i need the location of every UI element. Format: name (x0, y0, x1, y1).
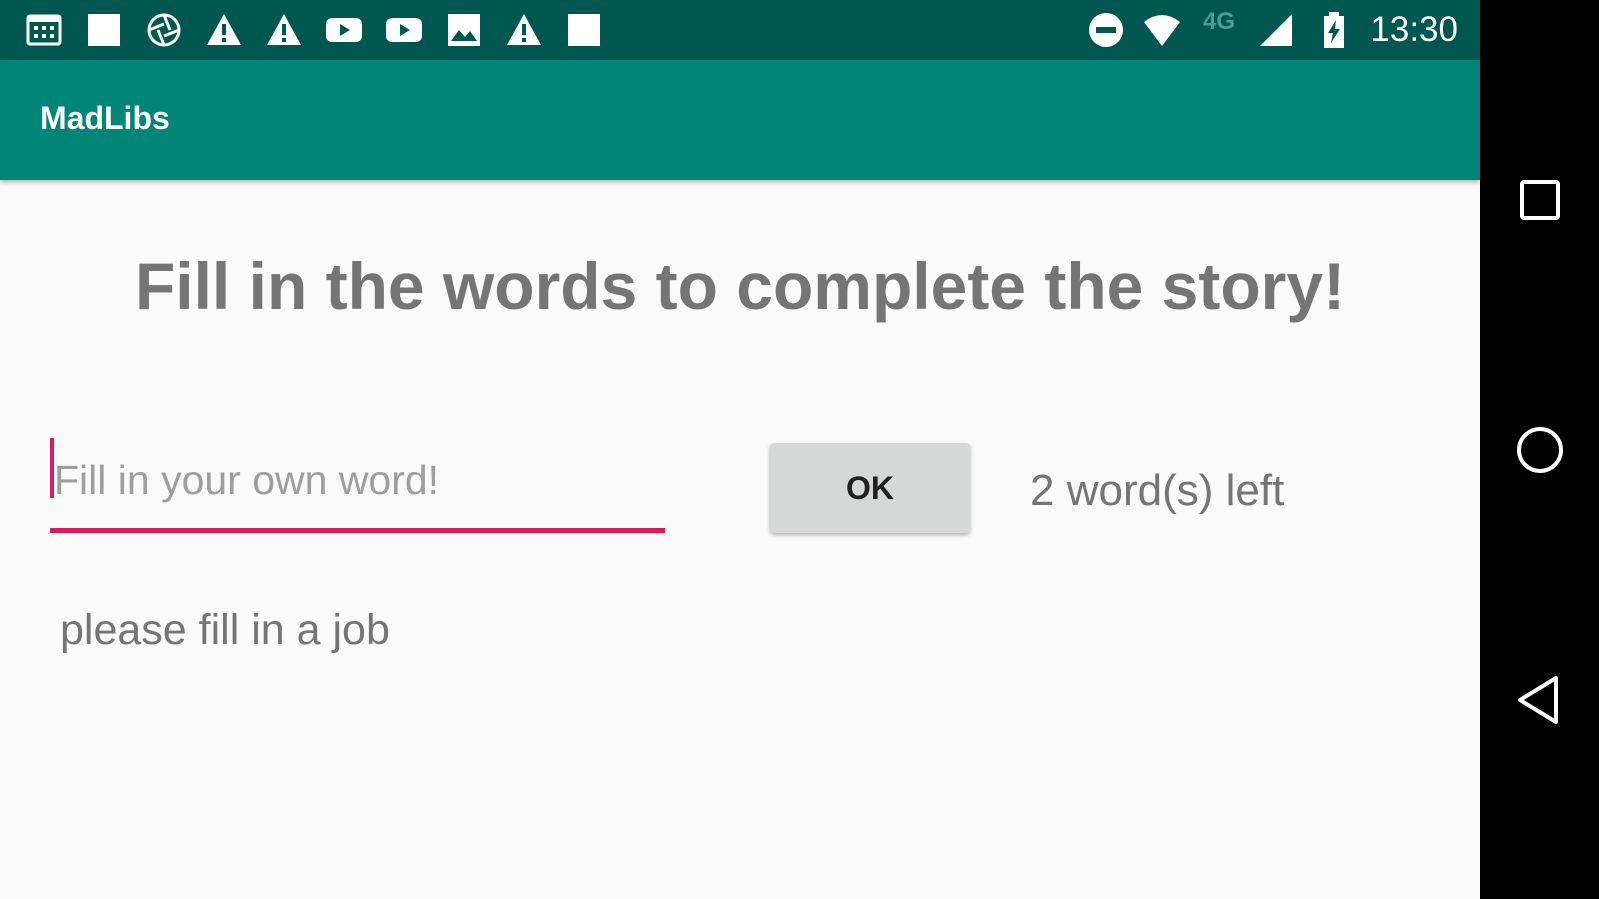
do-not-disturb-icon (1088, 12, 1124, 48)
status-bar: 4G 13:30 (0, 0, 1480, 60)
warning-icon (206, 12, 242, 48)
network-type-label: 4G (1203, 8, 1236, 35)
words-left-counter: 2 word(s) left (1030, 466, 1285, 515)
home-icon[interactable] (1508, 418, 1572, 482)
back-icon[interactable] (1508, 668, 1572, 732)
app-toolbar: MadLibs (0, 60, 1480, 180)
battery-charging-icon (1316, 12, 1352, 48)
recents-icon[interactable] (1508, 168, 1572, 232)
square-icon (566, 12, 602, 48)
word-type-prompt: please fill in a job (60, 606, 390, 654)
calendar-icon (26, 12, 62, 48)
app-screen: 4G 13:30 MadLibs Fill in the words to co… (0, 0, 1480, 899)
warning-icon (506, 12, 542, 48)
youtube-icon (326, 12, 362, 48)
aperture-icon (146, 12, 182, 48)
text-cursor (50, 438, 54, 498)
youtube-icon (386, 12, 422, 48)
ok-button[interactable]: OK (770, 443, 970, 533)
square-icon (86, 12, 122, 48)
image-icon (446, 12, 482, 48)
input-underline (50, 528, 665, 533)
word-input[interactable] (50, 430, 665, 530)
signal-icon (1258, 12, 1294, 48)
wifi-icon (1144, 12, 1180, 48)
navigation-bar (1480, 0, 1599, 899)
word-input-container (50, 430, 665, 534)
warning-icon (266, 12, 302, 48)
app-title: MadLibs (40, 100, 170, 136)
status-time: 13:30 (1370, 10, 1458, 49)
page-title: Fill in the words to complete the story! (134, 249, 1346, 323)
